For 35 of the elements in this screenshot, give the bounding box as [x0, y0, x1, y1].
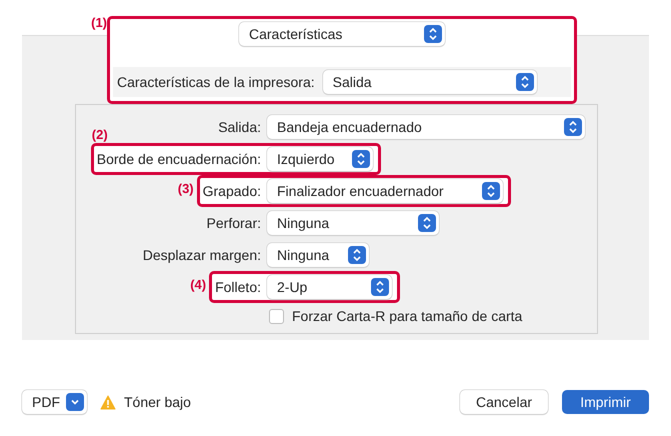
printer-features-label: Características de la impresora:: [117, 72, 315, 92]
option-dropdown[interactable]: Ninguna: [267, 243, 369, 267]
section-dropdown[interactable]: Características: [239, 22, 445, 46]
pdf-button[interactable]: PDF: [22, 390, 87, 414]
option-dropdown[interactable]: Finalizador encuadernador: [267, 179, 503, 203]
callout-number: (1): [91, 14, 107, 32]
option-label: Salida:: [218, 118, 261, 136]
stepper-icon: [482, 182, 500, 200]
stepper-icon: [352, 150, 370, 168]
option-dropdown[interactable]: Ninguna: [267, 211, 439, 235]
stepper-icon: [516, 73, 534, 91]
checkbox[interactable]: [269, 308, 284, 324]
stepper-icon: [424, 25, 442, 43]
cancel-button[interactable]: Cancelar: [460, 390, 548, 414]
option-label: Perforar:: [206, 214, 261, 232]
stepper-icon: [371, 278, 389, 296]
stepper-icon: [348, 246, 366, 264]
callout-number: (2): [92, 126, 108, 144]
warning-icon: [100, 394, 116, 410]
callout-number: (4): [190, 276, 206, 294]
chevron-icon: [66, 393, 84, 411]
option-label: Borde de encuadernación:: [96, 150, 261, 168]
checkbox-label: Forzar Carta-R para tamaño de carta: [292, 306, 522, 326]
option-dropdown[interactable]: 2-Up: [267, 275, 392, 299]
print-button[interactable]: Imprimir: [562, 390, 649, 414]
warning-text: Tóner bajo: [124, 392, 191, 412]
option-label: Folleto:: [215, 278, 261, 296]
stepper-icon: [564, 118, 582, 136]
option-label: Grapado:: [202, 182, 261, 201]
option-label: Desplazar margen:: [142, 246, 261, 265]
option-dropdown[interactable]: Izquierdo: [267, 147, 373, 171]
callout-number: (3): [178, 180, 194, 198]
option-dropdown[interactable]: Bandeja encuadernado: [267, 115, 585, 139]
stepper-icon: [418, 214, 436, 232]
printer-features-dropdown[interactable]: Salida: [322, 70, 537, 94]
